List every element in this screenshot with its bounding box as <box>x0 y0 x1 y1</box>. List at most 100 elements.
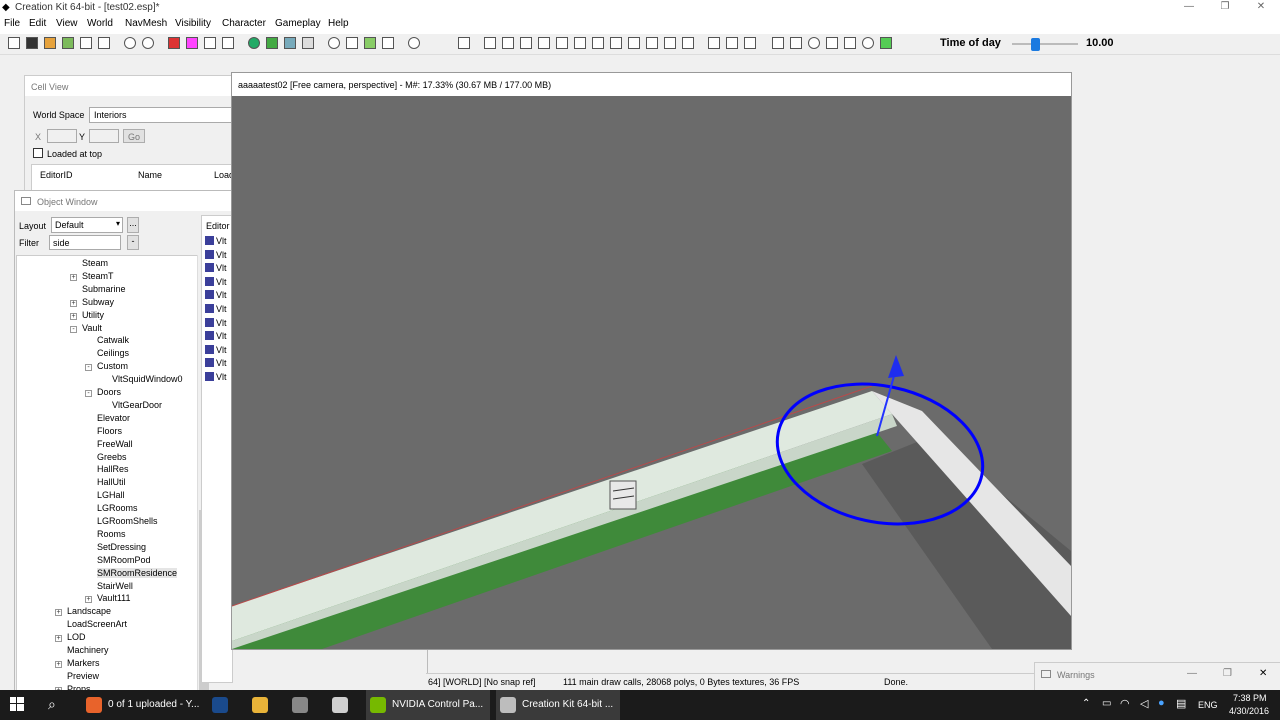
trees-icon[interactable] <box>364 37 376 49</box>
time-of-day-slider[interactable] <box>1012 43 1078 45</box>
menu-world[interactable]: World <box>87 18 113 29</box>
taskbar-item[interactable] <box>208 690 240 720</box>
object-list-item[interactable]: Vlt <box>216 372 227 382</box>
object-list-item[interactable]: Vlt <box>216 345 227 355</box>
box3-icon[interactable] <box>556 37 568 49</box>
expand-icon[interactable]: + <box>85 596 92 604</box>
menu-navmesh[interactable]: NavMesh <box>125 18 167 29</box>
save-icon[interactable] <box>26 37 38 49</box>
target-icon[interactable] <box>844 37 856 49</box>
steam-tray-icon[interactable]: ● <box>1158 697 1165 709</box>
c-marker-icon[interactable] <box>772 37 784 49</box>
column-name[interactable]: Name <box>138 170 162 180</box>
taskbar-item[interactable] <box>248 690 280 720</box>
tree-item[interactable]: VltGearDoor <box>112 400 162 410</box>
tree-item[interactable]: SMRoomResidence <box>97 567 178 578</box>
filter-input[interactable]: side <box>49 235 121 250</box>
tree-item[interactable]: LGRoomShells <box>97 516 158 526</box>
column-editorid[interactable]: EditorID <box>40 170 73 180</box>
render-window[interactable]: aaaaatest02 [Free camera, perspective] -… <box>231 72 1072 650</box>
box2-icon[interactable] <box>520 37 532 49</box>
tree-item[interactable]: Utility <box>82 310 104 320</box>
tree-item[interactable]: LGRooms <box>97 503 138 513</box>
tree-item[interactable]: LOD <box>67 632 86 642</box>
collapse-icon[interactable]: - <box>70 325 77 333</box>
tree-item[interactable]: Markers <box>67 658 100 668</box>
tree-item[interactable]: LoadScreenArt <box>67 619 127 629</box>
tree-item[interactable]: Elevator <box>97 413 130 423</box>
object-list-item[interactable]: Vlt <box>216 277 227 287</box>
landscape-icon[interactable] <box>266 37 278 49</box>
object-list[interactable]: Editor Vlt Vlt Vlt Vlt Vlt Vlt Vlt Vlt Vlt Vlt Vlt <box>201 215 233 683</box>
collapse-icon[interactable]: - <box>85 390 92 397</box>
water-icon[interactable] <box>284 37 296 49</box>
tree-item[interactable]: Steam <box>82 258 108 268</box>
taskbar-item[interactable]: 0 of 1 uploaded - Y... <box>82 690 200 720</box>
object-list-item[interactable]: Vlt <box>216 331 227 341</box>
object-list-item[interactable]: Vlt <box>216 318 227 328</box>
marker-icon[interactable] <box>458 37 470 49</box>
clock-date[interactable]: 4/30/2016 <box>1229 706 1269 716</box>
cursor-icon[interactable] <box>302 37 314 49</box>
expand-icon[interactable]: + <box>70 299 77 307</box>
layer-icon[interactable] <box>682 37 694 49</box>
object-tree[interactable]: Steam SteamT + Submarine Subway + Utility + Vaul… <box>16 255 198 693</box>
tree-item[interactable]: FreeWall <box>97 439 133 449</box>
taskbar-item[interactable] <box>288 690 320 720</box>
tree-item[interactable]: SteamT <box>82 271 114 281</box>
layout-more-button[interactable]: ... <box>127 217 139 233</box>
archive-icon[interactable] <box>98 37 110 49</box>
tree-item[interactable]: Vault <box>82 323 102 333</box>
tree-item[interactable]: Rooms <box>97 529 126 539</box>
loaded-at-top-checkbox[interactable] <box>33 148 43 158</box>
x-marker-icon[interactable] <box>664 37 676 49</box>
object-list-item[interactable]: Vlt <box>216 358 227 368</box>
circle-icon[interactable] <box>808 37 820 49</box>
expand-icon[interactable]: + <box>55 635 62 643</box>
tree-item[interactable]: Vault111 <box>97 593 131 603</box>
tree-item[interactable]: HallUtil <box>97 477 126 487</box>
minimize-icon[interactable]: — <box>1181 1 1197 12</box>
taskbar-item[interactable]: NVIDIA Control Pa... <box>366 690 490 720</box>
plane-icon[interactable] <box>610 37 622 49</box>
notification-icon[interactable]: ▭ <box>1102 698 1111 709</box>
table-icon[interactable] <box>204 37 216 49</box>
windows-start-icon[interactable] <box>10 697 24 711</box>
tree-item[interactable]: HallRes <box>97 464 129 474</box>
wheel-icon[interactable] <box>862 37 874 49</box>
bounds-icon[interactable] <box>646 37 658 49</box>
tree-item[interactable]: Preview <box>67 671 99 681</box>
minimize-icon[interactable]: — <box>1187 668 1197 679</box>
tree-item[interactable]: Submarine <box>82 284 126 294</box>
env-icon[interactable] <box>880 37 892 49</box>
language-indicator[interactable]: ENG <box>1198 700 1218 710</box>
tree-item[interactable]: SMRoomPod <box>97 555 151 565</box>
angle-snap-icon[interactable] <box>186 37 198 49</box>
warnings-window[interactable]: Warnings — ❐ ✕ <box>1034 662 1280 692</box>
wifi-icon[interactable]: ◠ <box>1120 697 1130 710</box>
portal-icon[interactable] <box>592 37 604 49</box>
menu-edit[interactable]: Edit <box>29 18 46 29</box>
menu-visibility[interactable]: Visibility <box>175 18 211 29</box>
world-space-select[interactable]: Interiors <box>89 107 235 123</box>
undo-icon[interactable] <box>124 37 136 49</box>
tree-item[interactable]: Floors <box>97 426 122 436</box>
expand-icon[interactable]: + <box>55 609 62 617</box>
data-icon[interactable] <box>44 37 56 49</box>
go-button[interactable]: Go <box>123 129 145 143</box>
y-input[interactable] <box>89 129 119 143</box>
tree-item[interactable]: VltSquidWindow0 <box>112 374 183 384</box>
tree-item[interactable]: Catwalk <box>97 335 129 345</box>
object-list-item[interactable]: Vlt <box>216 263 227 273</box>
render-icon[interactable] <box>80 37 92 49</box>
tree-item[interactable]: Greebs <box>97 452 127 462</box>
expand-icon[interactable]: + <box>70 273 77 281</box>
sky-icon[interactable] <box>346 37 358 49</box>
network-icon[interactable]: ▤ <box>1176 697 1186 710</box>
view-icon[interactable] <box>744 37 756 49</box>
clock-time[interactable]: 7:38 PM <box>1233 693 1267 703</box>
expand-icon[interactable]: + <box>70 312 77 320</box>
menu-view[interactable]: View <box>56 18 78 29</box>
redo-icon[interactable] <box>142 37 154 49</box>
maximize-icon[interactable]: ❐ <box>1223 668 1232 679</box>
